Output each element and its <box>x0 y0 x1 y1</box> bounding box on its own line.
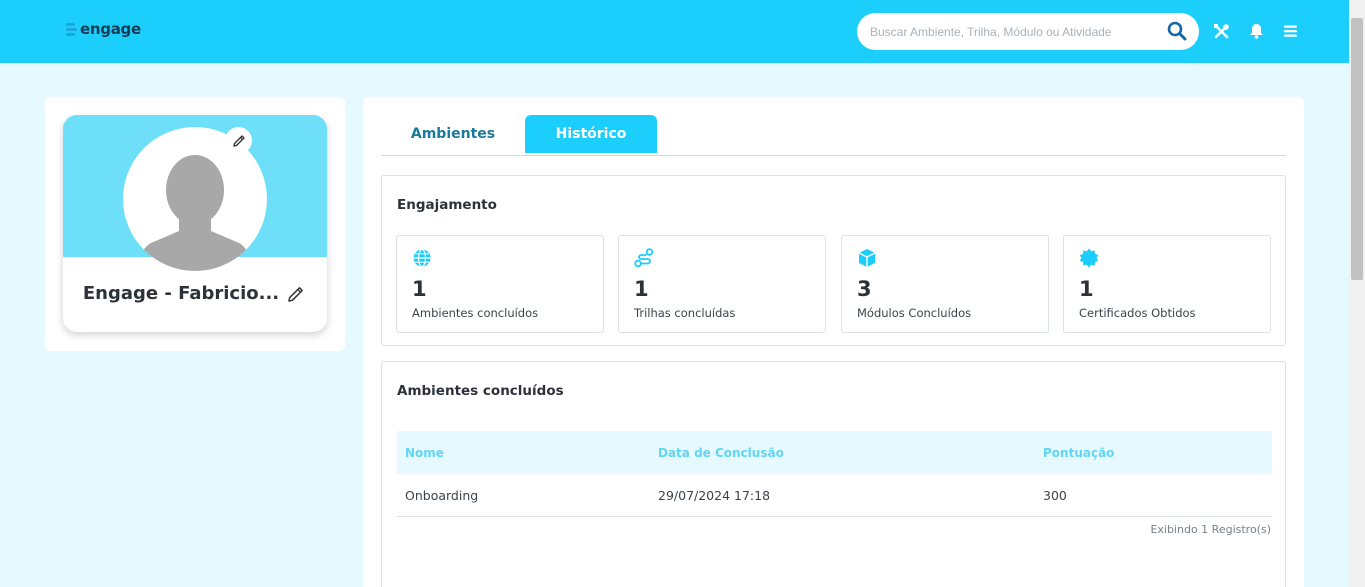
stat-label: Certificados Obtidos <box>1079 306 1196 320</box>
logo-text: engage <box>80 20 141 38</box>
pencil-icon <box>288 286 304 302</box>
bell-icon[interactable] <box>1247 22 1265 40</box>
table-header: Nome Data de Conclusão Pontuação <box>397 431 1272 474</box>
stat-label: Ambientes concluídos <box>412 306 539 320</box>
column-header-pontuacao[interactable]: Pontuação <box>1043 446 1114 460</box>
logo[interactable]: engage <box>66 20 141 38</box>
engagement-section: Engajamento 1 Ambientes concluídos 1 Tri… <box>381 175 1286 346</box>
cell-data: 29/07/2024 17:18 <box>658 487 771 503</box>
stat-value: 1 <box>634 277 649 301</box>
globe-icon <box>413 248 431 268</box>
completed-environments-section: Ambientes concluídos Nome Data de Conclu… <box>381 361 1286 587</box>
tabs: Ambientes Histórico <box>381 115 1286 156</box>
cell-pontuacao: 300 <box>1043 487 1067 503</box>
table-row[interactable]: Onboarding 29/07/2024 17:18 300 <box>397 474 1272 517</box>
stat-card-certificados: 1 Certificados Obtidos <box>1063 235 1271 333</box>
tools-icon[interactable] <box>1212 22 1230 40</box>
records-count: Exibindo 1 Registro(s) <box>1150 523 1271 536</box>
profile-name: Engage - Fabricio... <box>82 283 280 304</box>
avatar-edit-button[interactable] <box>225 127 252 154</box>
profile-name-row: Engage - Fabricio... <box>63 283 327 304</box>
stat-value: 3 <box>857 277 872 301</box>
stat-card-trilhas: 1 Trilhas concluídas <box>618 235 826 333</box>
stat-card-modulos: 3 Módulos Concluídos <box>841 235 1049 333</box>
search-input[interactable] <box>870 24 1160 39</box>
main-panel: Ambientes Histórico Engajamento 1 Ambien… <box>363 97 1304 587</box>
stat-value: 1 <box>412 277 427 301</box>
cell-nome: Onboarding <box>405 487 479 503</box>
profile-panel: Engage - Fabricio... <box>45 97 345 351</box>
column-header-data[interactable]: Data de Conclusão <box>658 446 784 460</box>
stat-label: Trilhas concluídas <box>634 306 736 320</box>
tab-historico[interactable]: Histórico <box>525 115 657 153</box>
cube-icon <box>858 249 876 267</box>
profile-card: Engage - Fabricio... <box>63 115 327 332</box>
certificate-icon <box>1079 248 1099 268</box>
scrollbar-thumb[interactable] <box>1351 18 1363 280</box>
edit-name-button[interactable] <box>287 284 307 304</box>
completed-title: Ambientes concluídos <box>397 383 564 399</box>
stat-label: Módulos Concluídos <box>857 306 972 320</box>
tab-ambientes[interactable]: Ambientes <box>386 115 520 153</box>
stat-value: 1 <box>1079 277 1094 301</box>
logo-mark-icon <box>66 20 78 38</box>
top-bar: engage <box>0 0 1349 63</box>
engagement-title: Engajamento <box>397 197 497 213</box>
route-icon <box>634 248 654 268</box>
menu-icon[interactable] <box>1281 22 1299 40</box>
column-header-nome[interactable]: Nome <box>405 446 444 460</box>
stat-card-ambientes: 1 Ambientes concluídos <box>396 235 604 333</box>
pencil-icon <box>232 134 245 147</box>
search-bar <box>857 13 1199 50</box>
page-scrollbar[interactable] <box>1349 0 1365 587</box>
search-icon[interactable] <box>1167 21 1187 41</box>
completed-table: Nome Data de Conclusão Pontuação Onboard… <box>397 431 1272 517</box>
